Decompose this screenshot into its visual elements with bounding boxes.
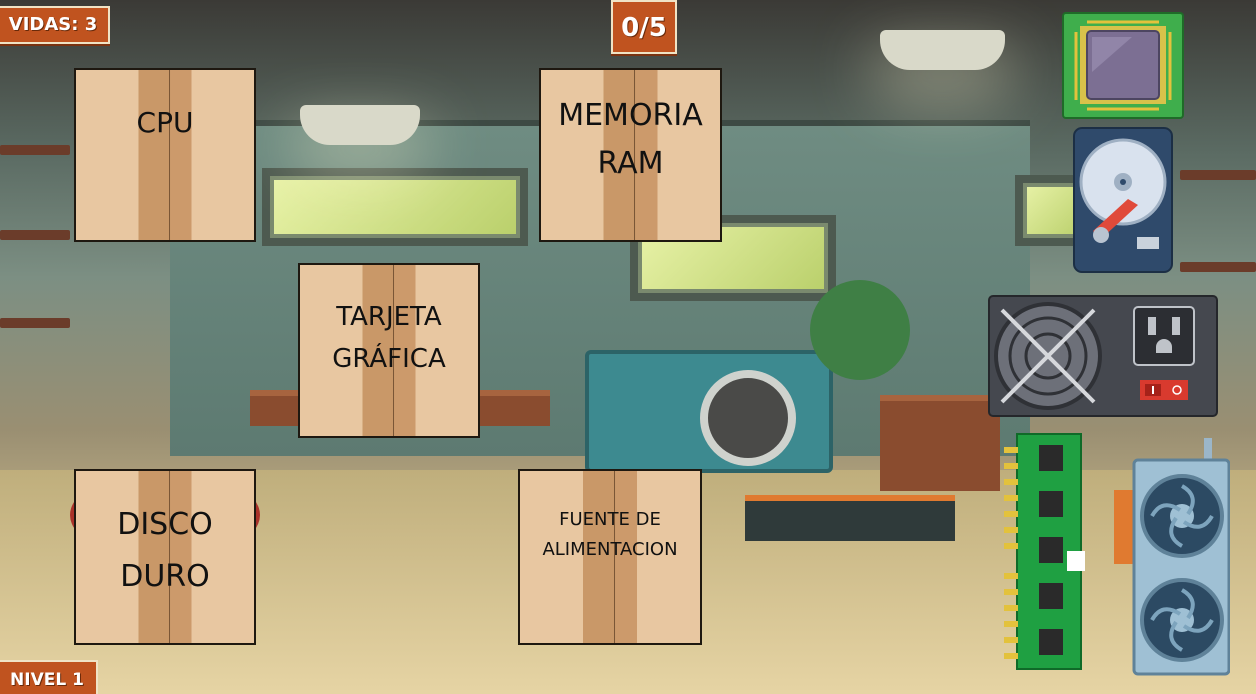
cpu-chip-icon[interactable] [1062, 12, 1184, 119]
hard-drive-icon[interactable] [1073, 127, 1173, 273]
shelf [1180, 262, 1256, 272]
drop-box-gpu[interactable]: TARJETA GRÁFICA [298, 263, 480, 438]
graphics-card-icon[interactable] [1112, 438, 1231, 676]
machine-drum [700, 370, 796, 466]
score-counter: 0/5 [611, 0, 677, 54]
ceiling-lamp-left [300, 105, 420, 145]
level-indicator: NIVEL 1 [0, 660, 98, 694]
game-scene: VIDAS: 3 0/5 NIVEL 1 CPU MEMORIA RAM TAR… [0, 0, 1256, 694]
shelf [0, 230, 70, 240]
ceiling-lamp-right [880, 30, 1005, 70]
drop-box-label: DISCO DURO [117, 507, 213, 594]
ram-stick-icon[interactable] [1003, 433, 1085, 670]
shelf [0, 145, 70, 155]
green-globe [810, 280, 910, 380]
drop-box-cpu[interactable]: CPU [74, 68, 256, 242]
drop-box-label: MEMORIA RAM [558, 98, 703, 181]
drop-box-label: FUENTE DE ALIMENTACION [542, 508, 678, 560]
back-window-left [262, 168, 528, 246]
shelf [0, 318, 70, 328]
drop-box-psu[interactable]: FUENTE DE ALIMENTACION [518, 469, 702, 645]
lives-counter: VIDAS: 3 [0, 6, 110, 44]
drop-box-label: CPU [136, 106, 194, 139]
drop-box-hdd[interactable]: DISCO DURO [74, 469, 256, 645]
drop-box-ram[interactable]: MEMORIA RAM [539, 68, 722, 242]
press-base [745, 495, 955, 541]
drop-box-label: TARJETA GRÁFICA [332, 302, 446, 374]
power-supply-icon[interactable] [988, 295, 1218, 417]
workbench-right [880, 395, 1000, 491]
shelf [1180, 170, 1256, 180]
